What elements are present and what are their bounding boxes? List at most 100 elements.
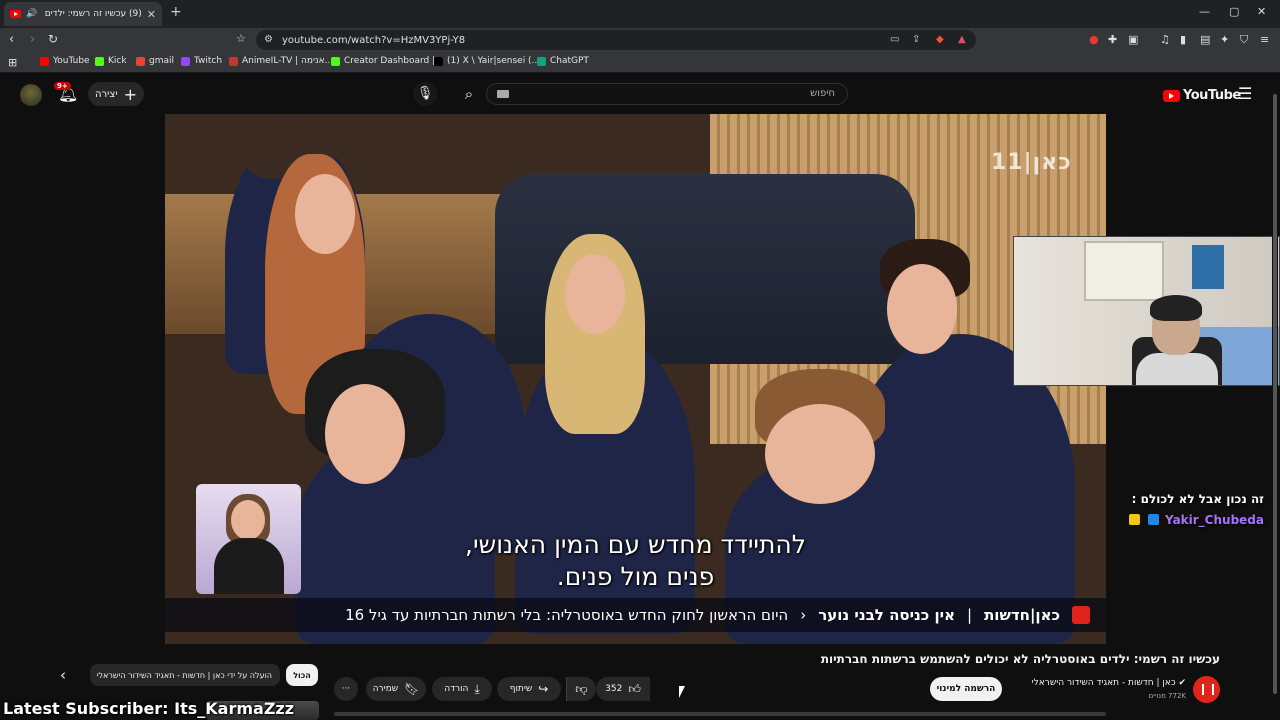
media-icon[interactable]: ♫ bbox=[1160, 33, 1170, 46]
bookmark-favicon-icon bbox=[537, 56, 546, 66]
create-button[interactable]: יצירה + bbox=[88, 82, 144, 106]
brave-shield-icon[interactable]: ◆ bbox=[936, 34, 944, 45]
maximize-button[interactable]: ▢ bbox=[1229, 5, 1239, 18]
bookmark-item[interactable]: YouTube bbox=[40, 56, 90, 66]
subtitle-line: פנים מול פנים. bbox=[556, 562, 715, 591]
chip-all[interactable]: הכול bbox=[286, 664, 318, 686]
save-button[interactable]: שמירה 🔖︎ bbox=[366, 677, 426, 701]
stream-chat-message: זה נכון אבל לא לכולם : Yakir_Chubeda bbox=[1030, 489, 1264, 531]
tab-close-icon[interactable]: ✕ bbox=[147, 8, 156, 21]
tab-youtube-video[interactable]: 🔊 (9) עכשיו זה רשמי: ילדים באוס ✕ bbox=[4, 2, 162, 26]
bookmark-label: Twitch bbox=[194, 56, 223, 66]
youtube-play-logo-icon bbox=[1163, 89, 1180, 102]
address-bar[interactable]: ⚙ youtube.com/watch?v=HzMV3YPj-Y8 ▭ ⇪ ◆ … bbox=[256, 30, 976, 50]
chips-scroll-left-icon[interactable]: ‹ bbox=[60, 666, 66, 684]
video-subtitles: להתיידד מחדש עם המין האנושי, פנים מול פנ… bbox=[165, 529, 1106, 593]
webcam-streamer-hair bbox=[1150, 295, 1202, 321]
bookmark-favicon-icon bbox=[95, 56, 104, 66]
new-tab-button[interactable]: + bbox=[170, 4, 182, 20]
kan-news-logo-icon bbox=[1072, 606, 1090, 624]
page-bottom-bar bbox=[334, 712, 1106, 716]
bookmark-item[interactable]: ChatGPT bbox=[537, 56, 589, 66]
wallet-icon[interactable]: ▤ bbox=[1200, 33, 1210, 46]
video-player[interactable]: כאן|11 להתיידד מחדש עם המין האנושי, פנים… bbox=[165, 114, 1106, 644]
student-face bbox=[565, 254, 625, 334]
audio-icon[interactable]: 🔊 bbox=[26, 9, 37, 19]
news-ticker: כאן|חדשות | אין כניסה לבני נוער ‹ היום ה… bbox=[165, 598, 1106, 632]
account-avatar[interactable] bbox=[20, 84, 42, 106]
extension-icon[interactable]: ▣ bbox=[1128, 33, 1138, 46]
dislike-button[interactable]: 👎︎ bbox=[566, 677, 596, 701]
back-icon[interactable]: ‹ bbox=[9, 32, 14, 47]
chat-badge-icon bbox=[1128, 514, 1140, 525]
channel-avatar[interactable] bbox=[1193, 676, 1220, 703]
bookmark-label: Kick bbox=[108, 56, 127, 66]
download-icon: ⤓ bbox=[474, 681, 480, 696]
bookmark-item[interactable]: AnimeIL-TV | אנימה... bbox=[229, 56, 333, 66]
search-icon[interactable]: ⌕ bbox=[452, 82, 486, 106]
cast-icon[interactable]: ▭ bbox=[890, 34, 899, 45]
subtitle-line: להתיידד מחדש עם המין האנושי, bbox=[465, 530, 806, 559]
thumbs-down-icon: 👎︎ bbox=[575, 681, 588, 696]
vpn-icon[interactable]: ⛉ bbox=[1240, 33, 1248, 47]
extensions-puzzle-icon[interactable]: ✚ bbox=[1108, 33, 1117, 46]
latest-subscriber-overlay: Latest Subscriber: Its_KarmaZzz bbox=[3, 699, 295, 718]
channel-name[interactable]: ✔ כאן | חדשות - תאגיד השידור הישראלי bbox=[1000, 678, 1186, 688]
guide-menu-icon[interactable]: ☰ bbox=[1238, 84, 1252, 103]
webcam-window bbox=[1084, 241, 1164, 301]
menu-icon[interactable]: ≡ bbox=[1260, 33, 1269, 46]
keyboard-icon[interactable] bbox=[497, 90, 509, 98]
sidebar-icon[interactable]: ▮ bbox=[1180, 33, 1186, 46]
voice-search-mic-icon[interactable]: 🎙︎ bbox=[413, 82, 437, 106]
chat-username: Yakir_Chubeda bbox=[1164, 513, 1264, 527]
bookmark-item[interactable]: gmail bbox=[136, 56, 174, 66]
bookmark-item[interactable]: Kick bbox=[95, 56, 127, 66]
bookmark-item[interactable]: Creator Dashboard |... bbox=[331, 56, 444, 66]
chat-username-prefix: : bbox=[1131, 492, 1137, 506]
webcam-poster bbox=[1192, 245, 1224, 289]
create-label: יצירה bbox=[95, 88, 118, 100]
mouse-cursor-icon bbox=[679, 686, 685, 698]
bookmark-star-icon[interactable]: ☆ bbox=[236, 32, 246, 45]
save-label: שמירה bbox=[372, 684, 399, 694]
apps-grid-icon[interactable]: ⊞ bbox=[8, 56, 17, 69]
scrollbar-thumb[interactable] bbox=[1273, 94, 1277, 694]
search-input[interactable]: חיפוש bbox=[486, 83, 848, 105]
ticker-text: היום הראשון לחוק החדש באוסטרליה: בלי רשת… bbox=[345, 606, 789, 624]
browser-window: 🔊 (9) עכשיו זה רשמי: ילדים באוס ✕ + — ▢ … bbox=[0, 0, 1280, 720]
bookmark-label: gmail bbox=[149, 56, 174, 66]
youtube-header: 🔔︎ 9+ יצירה + 🎙︎ ⌕ חיפוש YouTube ☰ bbox=[0, 74, 1280, 114]
thumbs-up-icon: 👍︎ bbox=[628, 681, 641, 696]
share-button[interactable]: שיתוף ↪ bbox=[497, 677, 561, 701]
download-button[interactable]: הורדה ⤓ bbox=[432, 677, 492, 701]
share-page-icon[interactable]: ⇪ bbox=[912, 34, 920, 45]
webcam-streamer-shirt bbox=[1136, 353, 1218, 385]
like-button[interactable]: 352 👍︎ bbox=[596, 677, 650, 701]
subscribe-button[interactable]: הרשמה למינוי bbox=[930, 677, 1002, 701]
more-actions-button[interactable]: ··· bbox=[334, 677, 358, 701]
tab-title: (9) עכשיו זה רשמי: ילדים באוס bbox=[42, 9, 142, 19]
channel-watermark-logo: כאן|11 bbox=[991, 150, 1072, 175]
recording-extension-icon[interactable]: ● bbox=[1089, 33, 1099, 46]
channel-name-text: כאן | חדשות - תאגיד השידור הישראלי bbox=[1031, 678, 1176, 688]
rewards-icon[interactable]: ▲ bbox=[958, 34, 966, 45]
forward-icon[interactable]: › bbox=[30, 32, 35, 47]
share-label: שיתוף bbox=[509, 684, 533, 694]
chat-message-text: זה נכון אבל לא לכולם bbox=[1140, 492, 1264, 506]
minimize-button[interactable]: — bbox=[1199, 5, 1210, 18]
student-face bbox=[325, 384, 405, 484]
ai-icon[interactable]: ✦ bbox=[1220, 33, 1229, 46]
youtube-logo[interactable]: YouTube bbox=[1163, 88, 1241, 103]
close-window-button[interactable]: ✕ bbox=[1257, 5, 1266, 18]
reload-icon[interactable]: ↻ bbox=[48, 32, 58, 46]
bookmark-item[interactable]: Twitch bbox=[181, 56, 222, 66]
chip-uploaded-by[interactable]: הועלה על ידי כאן | חדשות - תאגיד השידור … bbox=[90, 664, 280, 686]
page-scrollbar[interactable] bbox=[1272, 84, 1278, 704]
streamer-webcam bbox=[1013, 236, 1280, 386]
plus-icon: + bbox=[123, 84, 137, 104]
ticker-kicker: אין כניסה לבני נוער bbox=[818, 606, 955, 624]
chat-badge-icon bbox=[1147, 514, 1159, 525]
bookmark-item[interactable]: (1) X \ Yair|sensei (... bbox=[434, 56, 540, 66]
tab-bar: 🔊 (9) עכשיו זה רשמי: ילדים באוס ✕ + — ▢ … bbox=[0, 0, 1280, 28]
site-info-icon[interactable]: ⚙ bbox=[264, 34, 273, 45]
